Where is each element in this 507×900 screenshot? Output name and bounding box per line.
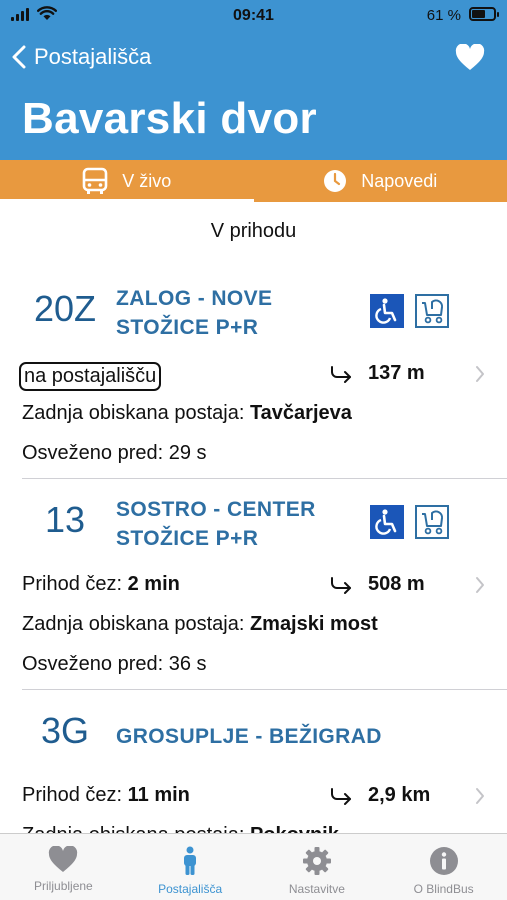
tab-live-label: V živo	[122, 170, 172, 191]
gear-icon	[302, 847, 331, 875]
status-value: 11 min	[127, 784, 190, 806]
distance-value: 508 m	[368, 573, 425, 595]
section-label: V prihodu	[210, 220, 297, 242]
tabbar-settings-label: Nastavitve	[288, 882, 345, 896]
destination-line-1: GROSUPLJE - BEŽIGRAD	[116, 725, 382, 748]
back-button[interactable]: Postajališča	[12, 44, 151, 70]
status-prefix: Prihod čez:	[22, 784, 123, 806]
route-number: 3G	[40, 710, 90, 751]
wheelchair-icon	[370, 294, 404, 328]
tabbar-favorites[interactable]: Priljubljene	[0, 834, 127, 900]
arrival-row[interactable]: 13 SOSTRO - CENTER STOŽICE P+R Prihod če…	[0, 479, 507, 690]
destination: GROSUPLJE - BEŽIGRAD	[116, 722, 382, 751]
destination: SOSTRO - CENTER STOŽICE P+R	[116, 495, 316, 553]
distance: 2,9 km	[330, 784, 430, 807]
status-bar: 09:41 61 %	[0, 0, 507, 34]
tabbar-settings[interactable]: Nastavitve	[254, 834, 381, 900]
arrival-status: Prihod čez: 2 min	[22, 573, 180, 596]
stroller-icon	[415, 294, 449, 328]
accessibility-icons	[370, 505, 449, 539]
segment-tabs: V živo Napovedi	[0, 160, 507, 202]
info-icon	[429, 847, 458, 875]
destination-line-1: ZALOG - NOVE	[116, 287, 273, 310]
last-stop: Zadnja obiskana postaja: Tavčarjeva	[22, 402, 352, 425]
header: 09:41 61 % Postajališča Bavarski dvor	[0, 0, 507, 160]
arrival-status: Prihod čez: 11 min	[22, 784, 190, 807]
last-stop-value: Pokovnik	[250, 824, 339, 833]
status-value: na postajališču	[19, 362, 162, 391]
refreshed-text: Osveženo pred: 29 s	[22, 442, 207, 464]
clock-icon	[324, 170, 347, 192]
turn-arrow-icon	[331, 576, 351, 594]
turn-arrow-icon	[331, 787, 351, 805]
tab-predictions[interactable]: Napovedi	[254, 160, 507, 202]
stroller-icon	[415, 505, 449, 539]
distance-value: 2,9 km	[368, 784, 431, 806]
tabbar-about-label: O BlindBus	[413, 882, 474, 896]
last-stop: Zadnja obiskana postaja: Pokovnik	[22, 824, 339, 833]
last-stop-value: Zmajski most	[249, 613, 378, 635]
distance-value: 137 m	[368, 362, 425, 384]
chevron-right-icon	[476, 788, 484, 804]
status-value: 2 min	[127, 573, 180, 595]
chevron-right-icon	[476, 366, 484, 382]
battery-icon	[469, 7, 499, 21]
arrivals-list[interactable]: 20Z ZALOG - NOVE STOŽICE P+R na postajal…	[0, 268, 507, 833]
tabbar-favorites-label: Priljubljene	[34, 879, 93, 893]
favorite-heart-icon[interactable]	[455, 44, 485, 71]
chevron-right-icon	[476, 577, 484, 593]
arrival-row[interactable]: 20Z ZALOG - NOVE STOŽICE P+R na postajal…	[0, 268, 507, 479]
destination: ZALOG - NOVE STOŽICE P+R	[116, 284, 272, 342]
distance: 508 m	[330, 573, 425, 596]
wheelchair-icon	[370, 505, 404, 539]
arrival-row[interactable]: 3G GROSUPLJE - BEŽIGRAD Prihod čez: 11 m…	[0, 690, 507, 833]
last-stop: Zadnja obiskana postaja: Zmajski most	[22, 613, 378, 636]
distance: 137 m	[330, 362, 425, 385]
destination-line-1: SOSTRO - CENTER	[116, 498, 316, 521]
chevron-left-icon	[12, 45, 26, 69]
status-prefix: Prihod čez:	[22, 573, 123, 595]
turn-arrow-icon	[331, 365, 351, 383]
route-number: 20Z	[33, 288, 97, 329]
destination-line-2: STOŽICE P+R	[116, 316, 259, 339]
tabbar-stops[interactable]: Postajališča	[127, 834, 254, 900]
tab-bar: Priljubljene Postajališča Nastavitve O B…	[0, 833, 507, 900]
tabbar-stops-label: Postajališča	[158, 882, 223, 896]
last-stop-value: Tavčarjeva	[249, 402, 352, 424]
accessibility-icons	[370, 294, 449, 328]
page-title: Bavarski dvor	[22, 94, 317, 143]
tab-predictions-label: Napovedi	[361, 170, 438, 191]
last-stop-label: Zadnja obiskana postaja:	[22, 402, 245, 424]
tabbar-about[interactable]: O BlindBus	[380, 834, 507, 900]
arrival-status: na postajališču	[19, 362, 162, 391]
bus-icon	[82, 167, 108, 194]
last-stop-label: Zadnja obiskana postaja:	[22, 613, 245, 635]
last-stop-label: Zadnja obiskana postaja:	[22, 824, 244, 833]
battery-percent: 61 %	[426, 7, 461, 24]
destination-line-2: STOŽICE P+R	[116, 527, 259, 550]
route-number: 13	[44, 499, 86, 540]
person-icon	[184, 846, 197, 875]
refreshed-text: Osveženo pred: 36 s	[22, 653, 207, 675]
tab-live[interactable]: V živo	[0, 160, 254, 202]
back-label: Postajališča	[34, 44, 152, 69]
heart-icon	[49, 846, 78, 872]
